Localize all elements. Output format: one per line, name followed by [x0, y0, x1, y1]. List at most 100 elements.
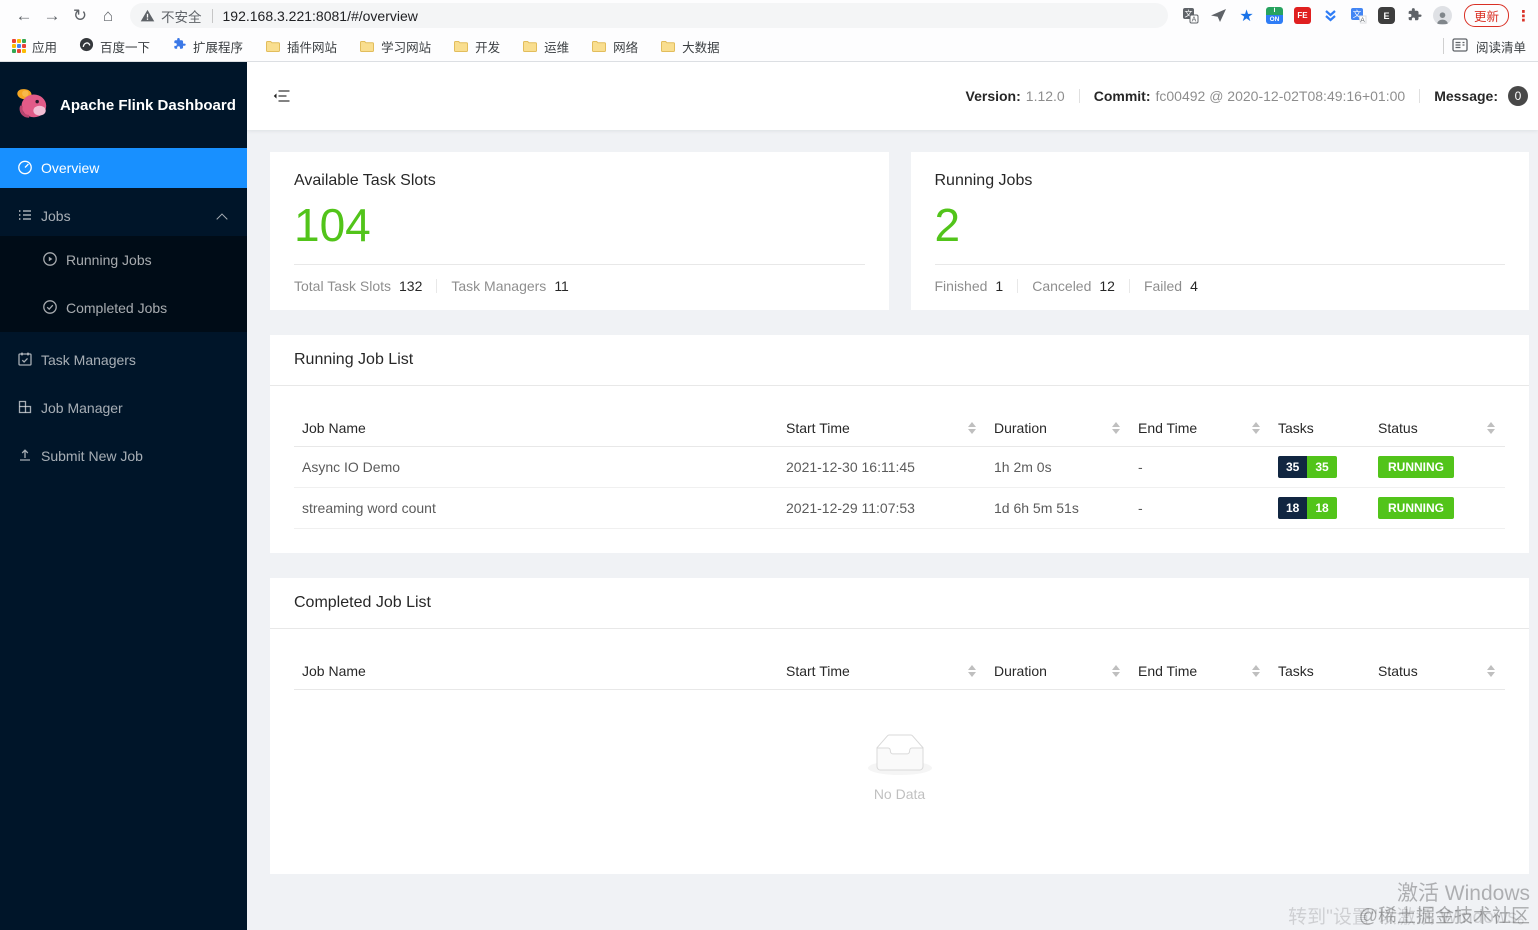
logo-row[interactable]: Apache Flink Dashboard [0, 62, 247, 148]
double-chevron-icon[interactable] [1320, 5, 1341, 26]
sidebar-item-submit-new-job[interactable]: Submit New Job [0, 436, 247, 476]
reload-icon[interactable]: ↻ [66, 4, 94, 28]
col-status[interactable]: Status [1370, 653, 1505, 690]
bookmark-folder-network[interactable]: 网络 [591, 37, 638, 56]
security-chip[interactable]: 不安全 [140, 6, 202, 26]
col-duration[interactable]: Duration [986, 410, 1130, 447]
sidebar-item-label: Completed Jobs [66, 300, 168, 316]
dashboard-icon [17, 159, 33, 178]
stat-value: 1 [995, 278, 1004, 294]
forward-icon[interactable]: → [38, 4, 66, 28]
tasks-running-badge: 35 [1307, 456, 1337, 478]
sort-icon[interactable] [1487, 422, 1495, 434]
sidebar-item-completed-jobs[interactable]: Completed Jobs [0, 288, 247, 328]
bookmark-apps[interactable]: 应用 [12, 37, 57, 56]
sort-icon[interactable] [968, 422, 976, 434]
home-icon[interactable]: ⌂ [94, 4, 122, 28]
browser-menu-icon[interactable]: ⋮ [1516, 7, 1531, 25]
stat-label: Task Managers [451, 278, 547, 294]
evernote-extension-icon[interactable]: E [1376, 5, 1397, 26]
sort-icon[interactable] [1112, 422, 1120, 434]
menu-fold-icon[interactable] [272, 88, 290, 104]
sidebar-item-label: Running Jobs [66, 252, 152, 268]
table-row[interactable]: streaming word count 2021-12-29 11:07:53… [294, 487, 1505, 529]
bookmark-extensions[interactable]: 扩展程序 [172, 37, 243, 56]
jobs-submenu: Running Jobs Completed Jobs [0, 236, 247, 332]
completed-job-table: Job Name Start Time Duration End Time Ta… [294, 653, 1505, 850]
bookmark-baidu[interactable]: 百度一下 [79, 37, 150, 56]
bookmark-star-icon[interactable]: ★ [1236, 5, 1257, 26]
tasks-cell: 35 35 [1270, 446, 1370, 488]
col-start-time[interactable]: Start Time [778, 410, 986, 447]
reading-list-button[interactable]: 阅读清单 [1476, 37, 1526, 56]
sort-icon[interactable] [1252, 422, 1260, 434]
version-label: Version: [965, 88, 1021, 104]
version-value: 1.12.0 [1025, 88, 1065, 104]
col-status[interactable]: Status [1370, 410, 1505, 447]
stat-value: 12 [1099, 278, 1115, 294]
job-name-cell[interactable]: Async IO Demo [294, 446, 778, 488]
sidebar-item-label: Job Manager [41, 400, 123, 416]
sort-icon[interactable] [1487, 665, 1495, 677]
end-time-cell: - [1130, 487, 1270, 529]
tasks-running-badge: 18 [1307, 497, 1337, 519]
profile-avatar-icon[interactable] [1432, 5, 1453, 26]
running-job-list-card: Running Job List Job Name Start Time Dur… [270, 335, 1529, 553]
end-time-cell: - [1130, 446, 1270, 488]
sidebar-item-task-managers[interactable]: Task Managers [0, 340, 247, 380]
sort-icon[interactable] [968, 665, 976, 677]
bookmark-folder-learning[interactable]: 学习网站 [359, 37, 431, 56]
col-tasks: Tasks [1270, 653, 1370, 690]
update-button[interactable]: 更新 [1463, 4, 1509, 27]
col-tasks: Tasks [1270, 410, 1370, 447]
sidebar-item-jobs[interactable]: Jobs [0, 196, 247, 236]
sidebar-item-job-manager[interactable]: Job Manager [0, 388, 247, 428]
version-info: Version: 1.12.0 Commit: fc00492 @ 2020-1… [966, 86, 1528, 106]
svg-text:A: A [1192, 16, 1197, 23]
message-count-badge[interactable]: 0 [1508, 86, 1528, 106]
bookmark-folder-plugins[interactable]: 插件网站 [265, 37, 337, 56]
stat-label: Failed [1143, 278, 1183, 294]
browser-chrome: ← → ↻ ⌂ 不安全 192.168.3.221:8081/#/overvie… [0, 0, 1538, 62]
sort-icon[interactable] [1112, 665, 1120, 677]
table-row[interactable]: Async IO Demo 2021-12-30 16:11:45 1h 2m … [294, 446, 1505, 488]
col-end-time[interactable]: End Time [1130, 653, 1270, 690]
col-duration[interactable]: Duration [986, 653, 1130, 690]
app-title: Apache Flink Dashboard [60, 96, 236, 114]
extensions-puzzle-icon[interactable] [1404, 5, 1425, 26]
sidebar-item-running-jobs[interactable]: Running Jobs [0, 240, 247, 280]
address-bar[interactable]: 不安全 192.168.3.221:8081/#/overview [130, 3, 1168, 28]
schedule-icon [17, 351, 33, 370]
folder-icon [591, 39, 607, 53]
bookmark-folder-ops[interactable]: 运维 [522, 37, 569, 56]
start-time-cell: 2021-12-29 11:07:53 [778, 487, 986, 529]
sort-icon[interactable] [1252, 665, 1260, 677]
bookmark-folder-bigdata[interactable]: 大数据 [660, 37, 720, 56]
sidebar-item-label: Submit New Job [41, 448, 143, 464]
send-icon[interactable] [1208, 5, 1229, 26]
fe-extension-icon[interactable]: FE [1292, 5, 1313, 26]
translate-page-icon[interactable]: 文A [1180, 5, 1201, 26]
activate-windows-watermark: 激活 Windows [1396, 882, 1530, 906]
sidebar-item-overview[interactable]: Overview [0, 148, 247, 188]
url-text[interactable]: 192.168.3.221:8081/#/overview [223, 8, 418, 24]
security-label: 不安全 [161, 9, 202, 25]
running-jobs-card: Running Jobs 2 Finished 1 Canceled 12 Fa… [910, 152, 1529, 310]
play-circle-icon [42, 251, 58, 270]
commit-label: Commit: [1093, 88, 1151, 104]
itab-extension-icon[interactable]: i ON [1264, 5, 1285, 26]
bookmark-label: 扩展程序 [193, 40, 244, 55]
empty-box-icon [867, 734, 932, 778]
translate-extension-icon[interactable]: 文A [1348, 5, 1369, 26]
available-task-slots-card: Available Task Slots 104 Total Task Slot… [270, 152, 889, 310]
job-name-cell[interactable]: streaming word count [294, 487, 778, 529]
col-start-time[interactable]: Start Time [778, 653, 986, 690]
bookmark-folder-dev[interactable]: 开发 [453, 37, 500, 56]
baidu-favicon [79, 37, 94, 55]
puzzle-blue-icon [172, 37, 187, 55]
start-time-cell: 2021-12-30 16:11:45 [778, 446, 986, 488]
sidebar-item-label: Overview [41, 160, 100, 176]
col-end-time[interactable]: End Time [1130, 410, 1270, 447]
back-icon[interactable]: ← [10, 4, 38, 28]
bookmarks-bar: 应用 百度一下 扩展程序 插件网站 学习网站 开发 运维 网络 大数据 阅读清单 [0, 31, 1538, 61]
